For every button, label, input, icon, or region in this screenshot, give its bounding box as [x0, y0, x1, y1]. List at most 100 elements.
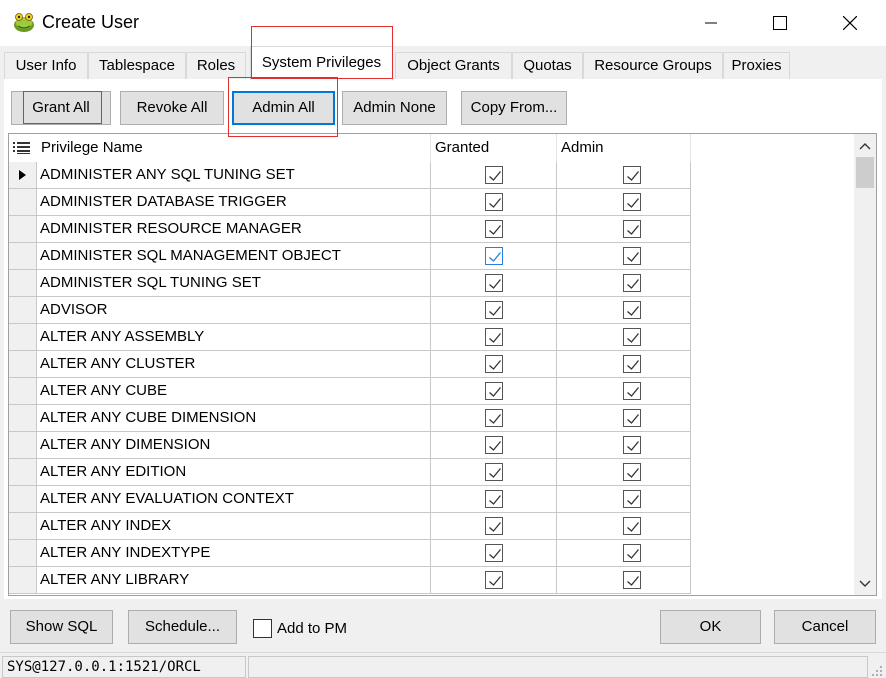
- table-row[interactable]: ADMINISTER RESOURCE MANAGER: [9, 216, 691, 243]
- row-indicator[interactable]: [9, 297, 37, 324]
- table-row[interactable]: ADMINISTER SQL TUNING SET: [9, 270, 691, 297]
- table-row[interactable]: ALTER ANY EDITION: [9, 459, 691, 486]
- revoke-all-button[interactable]: Revoke All: [120, 91, 224, 125]
- table-row[interactable]: ALTER ANY LIBRARY: [9, 567, 691, 594]
- table-row[interactable]: ADMINISTER DATABASE TRIGGER: [9, 189, 691, 216]
- table-row[interactable]: ALTER ANY INDEX: [9, 513, 691, 540]
- granted-checkbox[interactable]: [485, 247, 503, 265]
- row-indicator[interactable]: [9, 351, 37, 378]
- privilege-name-cell[interactable]: ALTER ANY EDITION: [37, 459, 431, 486]
- column-header-privilege-name[interactable]: Privilege Name: [37, 134, 431, 162]
- ok-button[interactable]: OK: [660, 610, 761, 644]
- row-indicator[interactable]: [9, 270, 37, 297]
- admin-all-button[interactable]: Admin All: [232, 91, 335, 125]
- row-indicator[interactable]: [9, 243, 37, 270]
- admin-checkbox[interactable]: [623, 382, 641, 400]
- column-header-granted[interactable]: Granted: [431, 134, 557, 162]
- vertical-scrollbar[interactable]: [854, 134, 876, 595]
- admin-none-button[interactable]: Admin None: [342, 91, 447, 125]
- admin-checkbox[interactable]: [623, 490, 641, 508]
- granted-checkbox[interactable]: [485, 166, 503, 184]
- granted-checkbox[interactable]: [485, 274, 503, 292]
- row-indicator[interactable]: [9, 162, 37, 189]
- admin-checkbox[interactable]: [623, 166, 641, 184]
- granted-checkbox[interactable]: [485, 463, 503, 481]
- privilege-name-cell[interactable]: ADMINISTER ANY SQL TUNING SET: [37, 162, 431, 189]
- show-sql-button[interactable]: Show SQL: [10, 610, 113, 644]
- copy-from-button[interactable]: Copy From...: [461, 91, 567, 125]
- maximize-button[interactable]: [757, 0, 803, 46]
- admin-checkbox[interactable]: [623, 517, 641, 535]
- table-row[interactable]: ALTER ANY ASSEMBLY: [9, 324, 691, 351]
- tab-roles[interactable]: Roles: [186, 52, 246, 79]
- admin-checkbox[interactable]: [623, 301, 641, 319]
- admin-checkbox[interactable]: [623, 328, 641, 346]
- privilege-name-cell[interactable]: ALTER ANY INDEXTYPE: [37, 540, 431, 567]
- table-row[interactable]: ADMINISTER ANY SQL TUNING SET: [9, 162, 691, 189]
- granted-checkbox[interactable]: [485, 490, 503, 508]
- privilege-name-cell[interactable]: ADMINISTER DATABASE TRIGGER: [37, 189, 431, 216]
- add-to-pm-checkbox[interactable]: [253, 619, 272, 638]
- privilege-name-cell[interactable]: ALTER ANY CUBE: [37, 378, 431, 405]
- table-row[interactable]: ALTER ANY CLUSTER: [9, 351, 691, 378]
- row-indicator[interactable]: [9, 513, 37, 540]
- table-row[interactable]: ALTER ANY EVALUATION CONTEXT: [9, 486, 691, 513]
- row-indicator[interactable]: [9, 189, 37, 216]
- granted-checkbox[interactable]: [485, 571, 503, 589]
- resize-grip-icon[interactable]: [871, 665, 883, 677]
- privilege-name-cell[interactable]: ALTER ANY LIBRARY: [37, 567, 431, 594]
- tab-user-info[interactable]: User Info: [4, 52, 88, 79]
- table-row[interactable]: ALTER ANY CUBE DIMENSION: [9, 405, 691, 432]
- scroll-down-icon[interactable]: [854, 574, 876, 594]
- privilege-name-cell[interactable]: ALTER ANY INDEX: [37, 513, 431, 540]
- row-indicator[interactable]: [9, 540, 37, 567]
- granted-checkbox[interactable]: [485, 436, 503, 454]
- privilege-name-cell[interactable]: ALTER ANY CLUSTER: [37, 351, 431, 378]
- admin-checkbox[interactable]: [623, 409, 641, 427]
- row-indicator[interactable]: [9, 324, 37, 351]
- row-indicator[interactable]: [9, 405, 37, 432]
- privilege-name-cell[interactable]: ADVISOR: [37, 297, 431, 324]
- row-indicator[interactable]: [9, 459, 37, 486]
- close-button[interactable]: [827, 0, 873, 46]
- granted-checkbox[interactable]: [485, 409, 503, 427]
- admin-checkbox[interactable]: [623, 193, 641, 211]
- admin-checkbox[interactable]: [623, 220, 641, 238]
- granted-checkbox[interactable]: [485, 328, 503, 346]
- granted-checkbox[interactable]: [485, 355, 503, 373]
- cancel-button[interactable]: Cancel: [774, 610, 876, 644]
- minimize-button[interactable]: [688, 0, 734, 46]
- privilege-name-cell[interactable]: ALTER ANY DIMENSION: [37, 432, 431, 459]
- row-indicator[interactable]: [9, 432, 37, 459]
- tab-tablespace[interactable]: Tablespace: [88, 52, 186, 79]
- row-indicator[interactable]: [9, 378, 37, 405]
- admin-checkbox[interactable]: [623, 571, 641, 589]
- privilege-name-cell[interactable]: ADMINISTER SQL MANAGEMENT OBJECT: [37, 243, 431, 270]
- granted-checkbox[interactable]: [485, 220, 503, 238]
- admin-checkbox[interactable]: [623, 274, 641, 292]
- column-chooser-button[interactable]: [9, 134, 37, 162]
- admin-checkbox[interactable]: [623, 247, 641, 265]
- privileges-grid[interactable]: Privilege Name Granted Admin ADMINISTER …: [8, 133, 877, 596]
- row-indicator[interactable]: [9, 486, 37, 513]
- row-indicator[interactable]: [9, 567, 37, 594]
- privilege-name-cell[interactable]: ALTER ANY EVALUATION CONTEXT: [37, 486, 431, 513]
- scrollbar-thumb[interactable]: [856, 157, 874, 188]
- tab-object-grants[interactable]: Object Grants: [395, 52, 512, 79]
- table-row[interactable]: ADVISOR: [9, 297, 691, 324]
- admin-checkbox[interactable]: [623, 463, 641, 481]
- row-indicator[interactable]: [9, 216, 37, 243]
- admin-checkbox[interactable]: [623, 436, 641, 454]
- granted-checkbox[interactable]: [485, 382, 503, 400]
- privilege-name-cell[interactable]: ADMINISTER SQL TUNING SET: [37, 270, 431, 297]
- privilege-name-cell[interactable]: ALTER ANY CUBE DIMENSION: [37, 405, 431, 432]
- schedule-button[interactable]: Schedule...: [128, 610, 237, 644]
- granted-checkbox[interactable]: [485, 517, 503, 535]
- granted-checkbox[interactable]: [485, 301, 503, 319]
- scroll-up-icon[interactable]: [854, 136, 876, 156]
- grant-all-button[interactable]: Grant All: [11, 91, 111, 125]
- privilege-name-cell[interactable]: ADMINISTER RESOURCE MANAGER: [37, 216, 431, 243]
- granted-checkbox[interactable]: [485, 544, 503, 562]
- table-row[interactable]: ALTER ANY CUBE: [9, 378, 691, 405]
- column-header-admin[interactable]: Admin: [557, 134, 691, 162]
